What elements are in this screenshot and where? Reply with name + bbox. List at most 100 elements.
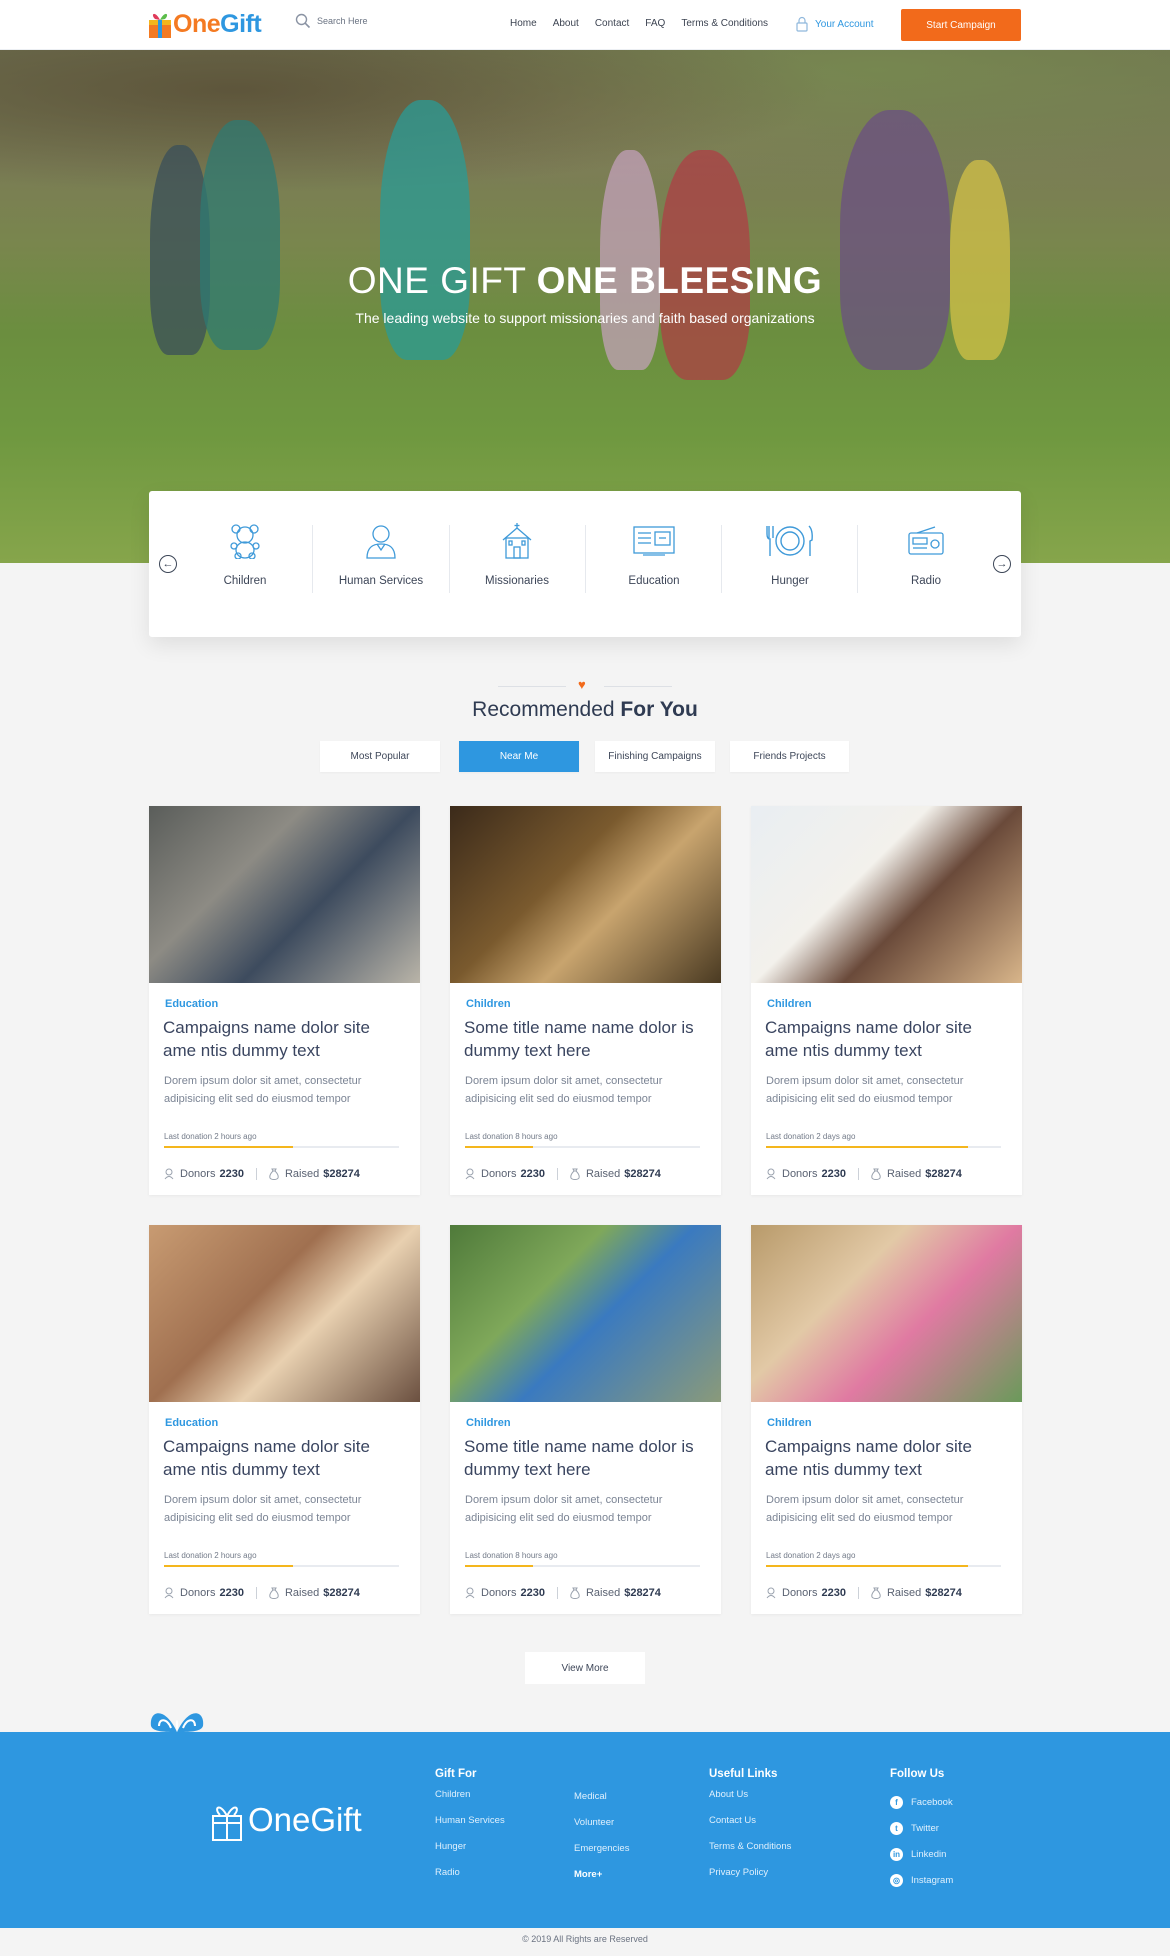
category-human-services[interactable]: Human Services xyxy=(313,521,449,601)
your-account-link[interactable]: Your Account xyxy=(795,16,874,32)
footer-link[interactable]: Radio xyxy=(435,1867,505,1893)
campaign-card[interactable]: Children Campaigns name dolor site ame nt… xyxy=(751,806,1022,1195)
footer-logo-text: OneGift xyxy=(248,1801,362,1838)
tab-friends-projects[interactable]: Friends Projects xyxy=(730,741,849,772)
campaign-card[interactable]: Children Some title name name dolor is du… xyxy=(450,806,721,1195)
social-label: Facebook xyxy=(911,1796,953,1808)
social-label: Twitter xyxy=(911,1822,939,1834)
person-icon xyxy=(366,525,396,559)
footer-link[interactable]: About Us xyxy=(709,1789,791,1815)
footer-link[interactable]: Children xyxy=(435,1789,505,1815)
category-education[interactable]: Education xyxy=(586,521,722,601)
campaign-category[interactable]: Education xyxy=(165,998,218,1010)
campaign-card[interactable]: Children Campaigns name dolor site ame nt… xyxy=(751,1225,1022,1614)
heart-icon: ♥ xyxy=(578,677,586,692)
category-label: Human Services xyxy=(338,575,424,587)
campaign-title[interactable]: Campaigns name dolor site ame ntis dummy… xyxy=(765,1435,1005,1481)
progress-fill xyxy=(164,1146,294,1148)
campaign-category[interactable]: Children xyxy=(767,998,812,1010)
campaign-description: Dorem ipsum dolor sit amet, consectetur … xyxy=(766,1494,964,1524)
logo[interactable]: OneGift xyxy=(147,4,262,44)
category-label: Education xyxy=(628,575,680,587)
footer-logo[interactable]: OneGift xyxy=(210,1798,362,1842)
campaign-description: Dorem ipsum dolor sit amet, consectetur … xyxy=(465,1075,663,1105)
category-children[interactable]: Children xyxy=(177,521,313,601)
footer-link[interactable]: Human Services xyxy=(435,1815,505,1841)
campaign-card[interactable]: Education Campaigns name dolor site ame n… xyxy=(149,1225,420,1614)
campaign-card[interactable]: Children Some title name name dolor is du… xyxy=(450,1225,721,1614)
footer-link[interactable]: Terms & Conditions xyxy=(709,1841,791,1867)
campaign-title[interactable]: Some title name name dolor is dummy text… xyxy=(464,1435,704,1481)
campaign-category[interactable]: Children xyxy=(466,1417,511,1429)
campaign-description: Dorem ipsum dolor sit amet, consectetur … xyxy=(164,1494,362,1524)
money-bag-icon xyxy=(570,1168,580,1180)
category-label: Radio xyxy=(910,575,942,587)
tab-most-popular[interactable]: Most Popular xyxy=(320,741,440,772)
search-box[interactable]: Search Here xyxy=(295,13,368,29)
progress-fill xyxy=(465,1146,534,1148)
twitter-link[interactable]: t Twitter xyxy=(890,1815,953,1841)
tab-near-me[interactable]: Near Me xyxy=(459,741,579,772)
campaign-category[interactable]: Children xyxy=(466,998,511,1010)
progress-bar xyxy=(164,1146,399,1148)
raised-label: Raised xyxy=(585,1168,621,1180)
campaign-image[interactable] xyxy=(149,806,420,983)
progress-fill xyxy=(164,1565,294,1567)
footer-heading: Useful Links xyxy=(709,1768,778,1780)
search-input[interactable]: Search Here xyxy=(317,16,368,26)
campaign-title[interactable]: Campaigns name dolor site ame ntis dummy… xyxy=(765,1016,1005,1062)
nav-home[interactable]: Home xyxy=(510,18,537,29)
main-nav: Home About Contact FAQ Terms & Condition… xyxy=(510,18,768,29)
hero-photo-figure xyxy=(840,110,950,370)
footer-link[interactable]: Contact Us xyxy=(709,1815,791,1841)
donors-label: Donors xyxy=(180,1168,216,1180)
heading-divider xyxy=(498,686,566,687)
tab-finishing-campaigns[interactable]: Finishing Campaigns xyxy=(595,741,715,772)
view-more-button[interactable]: View More xyxy=(525,1652,645,1684)
linkedin-link[interactable]: in Linkedin xyxy=(890,1841,953,1867)
campaign-title[interactable]: Campaigns name dolor site ame ntis dummy… xyxy=(163,1016,403,1062)
nav-contact[interactable]: Contact xyxy=(595,18,629,29)
campaign-title[interactable]: Some title name name dolor is dummy text… xyxy=(464,1016,704,1062)
site-footer: OneGift Gift For Children Human Services… xyxy=(0,1732,1170,1928)
section-title: Recommended For You xyxy=(0,698,1170,722)
category-radio[interactable]: Radio xyxy=(858,521,994,601)
campaign-image[interactable] xyxy=(751,806,1022,983)
campaign-category[interactable]: Education xyxy=(165,1417,218,1429)
footer-link[interactable]: Emergencies xyxy=(574,1843,629,1869)
campaign-stats: Donors 2230 Raised $28274 xyxy=(465,1587,661,1599)
campaign-image[interactable] xyxy=(450,1225,721,1402)
footer-link[interactable]: Volunteer xyxy=(574,1817,629,1843)
instagram-link[interactable]: ◎ Instagram xyxy=(890,1867,953,1893)
last-donation: Last donation 2 days ago xyxy=(766,1551,856,1560)
hero-title-bold: ONE BLEESING xyxy=(536,260,823,301)
hero-subtitle: The leading website to support missionar… xyxy=(355,310,815,326)
nav-terms[interactable]: Terms & Conditions xyxy=(681,18,768,29)
donor-icon xyxy=(766,1168,776,1180)
facebook-icon: f xyxy=(890,1795,903,1809)
category-hunger[interactable]: Hunger xyxy=(722,521,858,601)
campaign-title[interactable]: Campaigns name dolor site ame ntis dummy… xyxy=(163,1435,403,1481)
category-missionaries[interactable]: Missionaries xyxy=(449,521,585,601)
footer-link[interactable]: Hunger xyxy=(435,1841,505,1867)
campaign-image[interactable] xyxy=(751,1225,1022,1402)
nav-about[interactable]: About xyxy=(553,18,579,29)
progress-bar xyxy=(164,1565,399,1567)
raised-label: Raised xyxy=(284,1168,320,1180)
footer-link[interactable]: Privacy Policy xyxy=(709,1867,791,1893)
plate-cutlery-icon xyxy=(766,525,813,556)
campaign-image[interactable] xyxy=(450,806,721,983)
campaign-image[interactable] xyxy=(149,1225,420,1402)
instagram-icon: ◎ xyxy=(890,1873,903,1887)
facebook-link[interactable]: f Facebook xyxy=(890,1789,953,1815)
footer-heading: Gift For xyxy=(435,1768,477,1780)
nav-faq[interactable]: FAQ xyxy=(645,18,665,29)
footer-more-link[interactable]: More+ xyxy=(574,1869,629,1895)
start-campaign-button[interactable]: Start Campaign xyxy=(901,9,1021,41)
progress-fill xyxy=(766,1565,969,1567)
carousel-prev-button[interactable]: ← xyxy=(159,555,177,573)
campaign-category[interactable]: Children xyxy=(767,1417,812,1429)
carousel-next-button[interactable]: → xyxy=(993,555,1011,573)
campaign-card[interactable]: Education Campaigns name dolor site ame n… xyxy=(149,806,420,1195)
footer-link[interactable]: Medical xyxy=(574,1791,629,1817)
